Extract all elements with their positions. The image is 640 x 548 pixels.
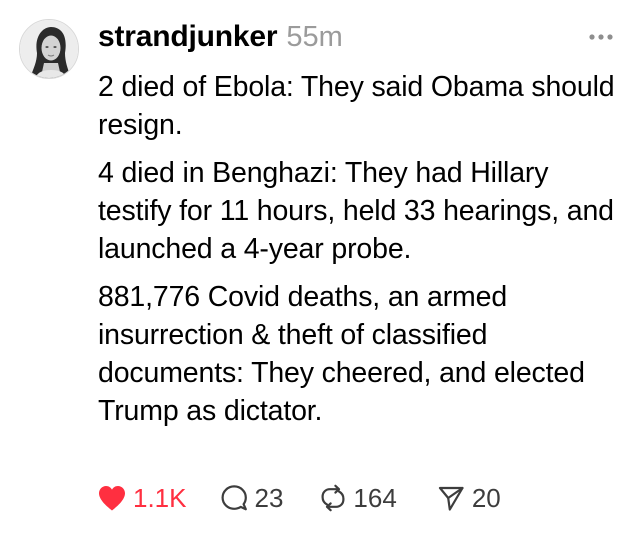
like-button[interactable]: 1.1K <box>97 483 187 514</box>
post-paragraph: 2 died of Ebola: They said Obama should … <box>98 71 615 141</box>
reply-count: 23 <box>254 482 284 513</box>
avatar-image <box>20 20 78 78</box>
repost-icon <box>321 484 345 512</box>
more-options-button[interactable] <box>587 30 615 42</box>
post-timestamp: 55m <box>286 21 343 53</box>
speech-bubble-icon <box>221 485 247 511</box>
avatar[interactable] <box>19 19 79 79</box>
repost-count: 164 <box>353 482 397 513</box>
thread-post: strandjunker 55m 2 died of Ebola: They s… <box>0 0 640 548</box>
share-button[interactable]: 20 <box>437 483 501 514</box>
post-body: 2 died of Ebola: They said Obama should … <box>98 68 628 440</box>
share-count: 20 <box>471 482 501 513</box>
send-icon <box>438 486 464 511</box>
post-paragraph: 881,776 Covid deaths, an armed insurrect… <box>98 281 585 427</box>
repost-button[interactable]: 164 <box>319 482 397 514</box>
more-icon <box>589 34 613 40</box>
post-actions: 1.1K 23 164 20 <box>97 480 501 516</box>
reply-button[interactable]: 23 <box>220 482 284 514</box>
heart-icon <box>99 486 125 511</box>
like-count: 1.1K <box>133 482 187 513</box>
post-header: strandjunker 55m <box>98 20 343 64</box>
author-name[interactable]: strandjunker <box>98 20 278 54</box>
post-paragraph: 4 died in Benghazi: They had Hillary tes… <box>98 157 614 265</box>
